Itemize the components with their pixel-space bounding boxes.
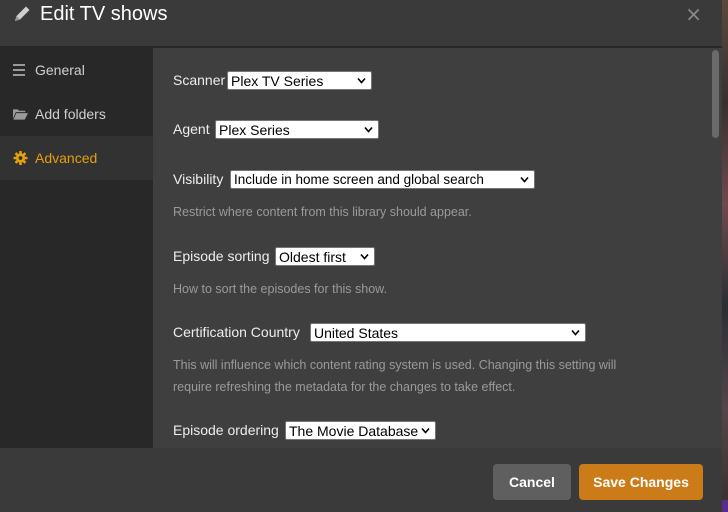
chevron-down-icon [360,253,369,260]
background-edge [722,500,728,512]
certification-country-help-text-2: require refreshing the metadata for the … [173,380,516,394]
visibility-value: Include in home screen and global search [234,172,484,187]
chevron-down-icon [571,329,580,336]
scanner-label: Scanner [173,72,226,88]
close-icon[interactable]: × [685,2,702,26]
certification-country-label: Certification Country [173,324,300,340]
sidebar-item-add-folders[interactable]: Add folders [0,92,153,136]
sidebar-item-general[interactable]: General [0,48,153,92]
sidebar-item-label: General [35,62,85,78]
settings-sidebar: General Add folders Advanced [0,48,153,448]
agent-select[interactable]: Plex Series [215,120,379,139]
content-scrollbar[interactable] [709,48,722,448]
background-strip [722,0,728,512]
scanner-value: Plex TV Series [231,73,324,89]
certification-country-select[interactable]: United States [310,323,586,342]
pencil-icon [15,6,30,21]
sidebar-item-label: Add folders [35,106,106,122]
episode-ordering-label: Episode ordering [173,422,279,438]
episode-ordering-value: The Movie Database [289,423,419,439]
agent-value: Plex Series [219,122,290,138]
gear-icon [13,151,28,165]
scroll-thumb[interactable] [712,50,719,138]
chevron-down-icon [421,427,430,434]
save-changes-button[interactable]: Save Changes [579,464,703,500]
visibility-label: Visibility [173,171,224,187]
modal-title: Edit TV shows [40,3,168,25]
episode-sorting-label: Episode sorting [173,248,270,264]
episode-sorting-value: Oldest first [279,249,346,265]
chevron-down-icon [357,77,366,84]
chevron-down-icon [520,176,529,183]
certification-country-help-text: This will influence which content rating… [173,358,617,372]
sidebar-item-label: Advanced [35,150,98,166]
advanced-settings-panel: Scanner Plex TV Series Agent Plex Series… [153,48,709,448]
folder-open-icon [13,109,28,120]
sidebar-item-advanced[interactable]: Advanced [0,136,153,180]
scanner-select[interactable]: Plex TV Series [227,71,372,90]
episode-sorting-help-text: How to sort the episodes for this show. [173,282,387,296]
edit-library-modal: Edit TV shows × General Add folders Adva… [0,0,722,512]
certification-country-value: United States [314,325,399,341]
chevron-down-icon [364,126,373,133]
visibility-select[interactable]: Include in home screen and global search [230,170,535,189]
episode-sorting-select[interactable]: Oldest first [275,247,375,266]
cancel-button[interactable]: Cancel [493,464,571,500]
modal-header: Edit TV shows × [0,0,722,46]
modal-footer: Cancel Save Changes [0,448,722,512]
agent-label: Agent [173,121,210,137]
episode-ordering-select[interactable]: The Movie Database [285,421,436,440]
visibility-help-text: Restrict where content from this library… [173,205,472,219]
list-icon [13,64,25,76]
